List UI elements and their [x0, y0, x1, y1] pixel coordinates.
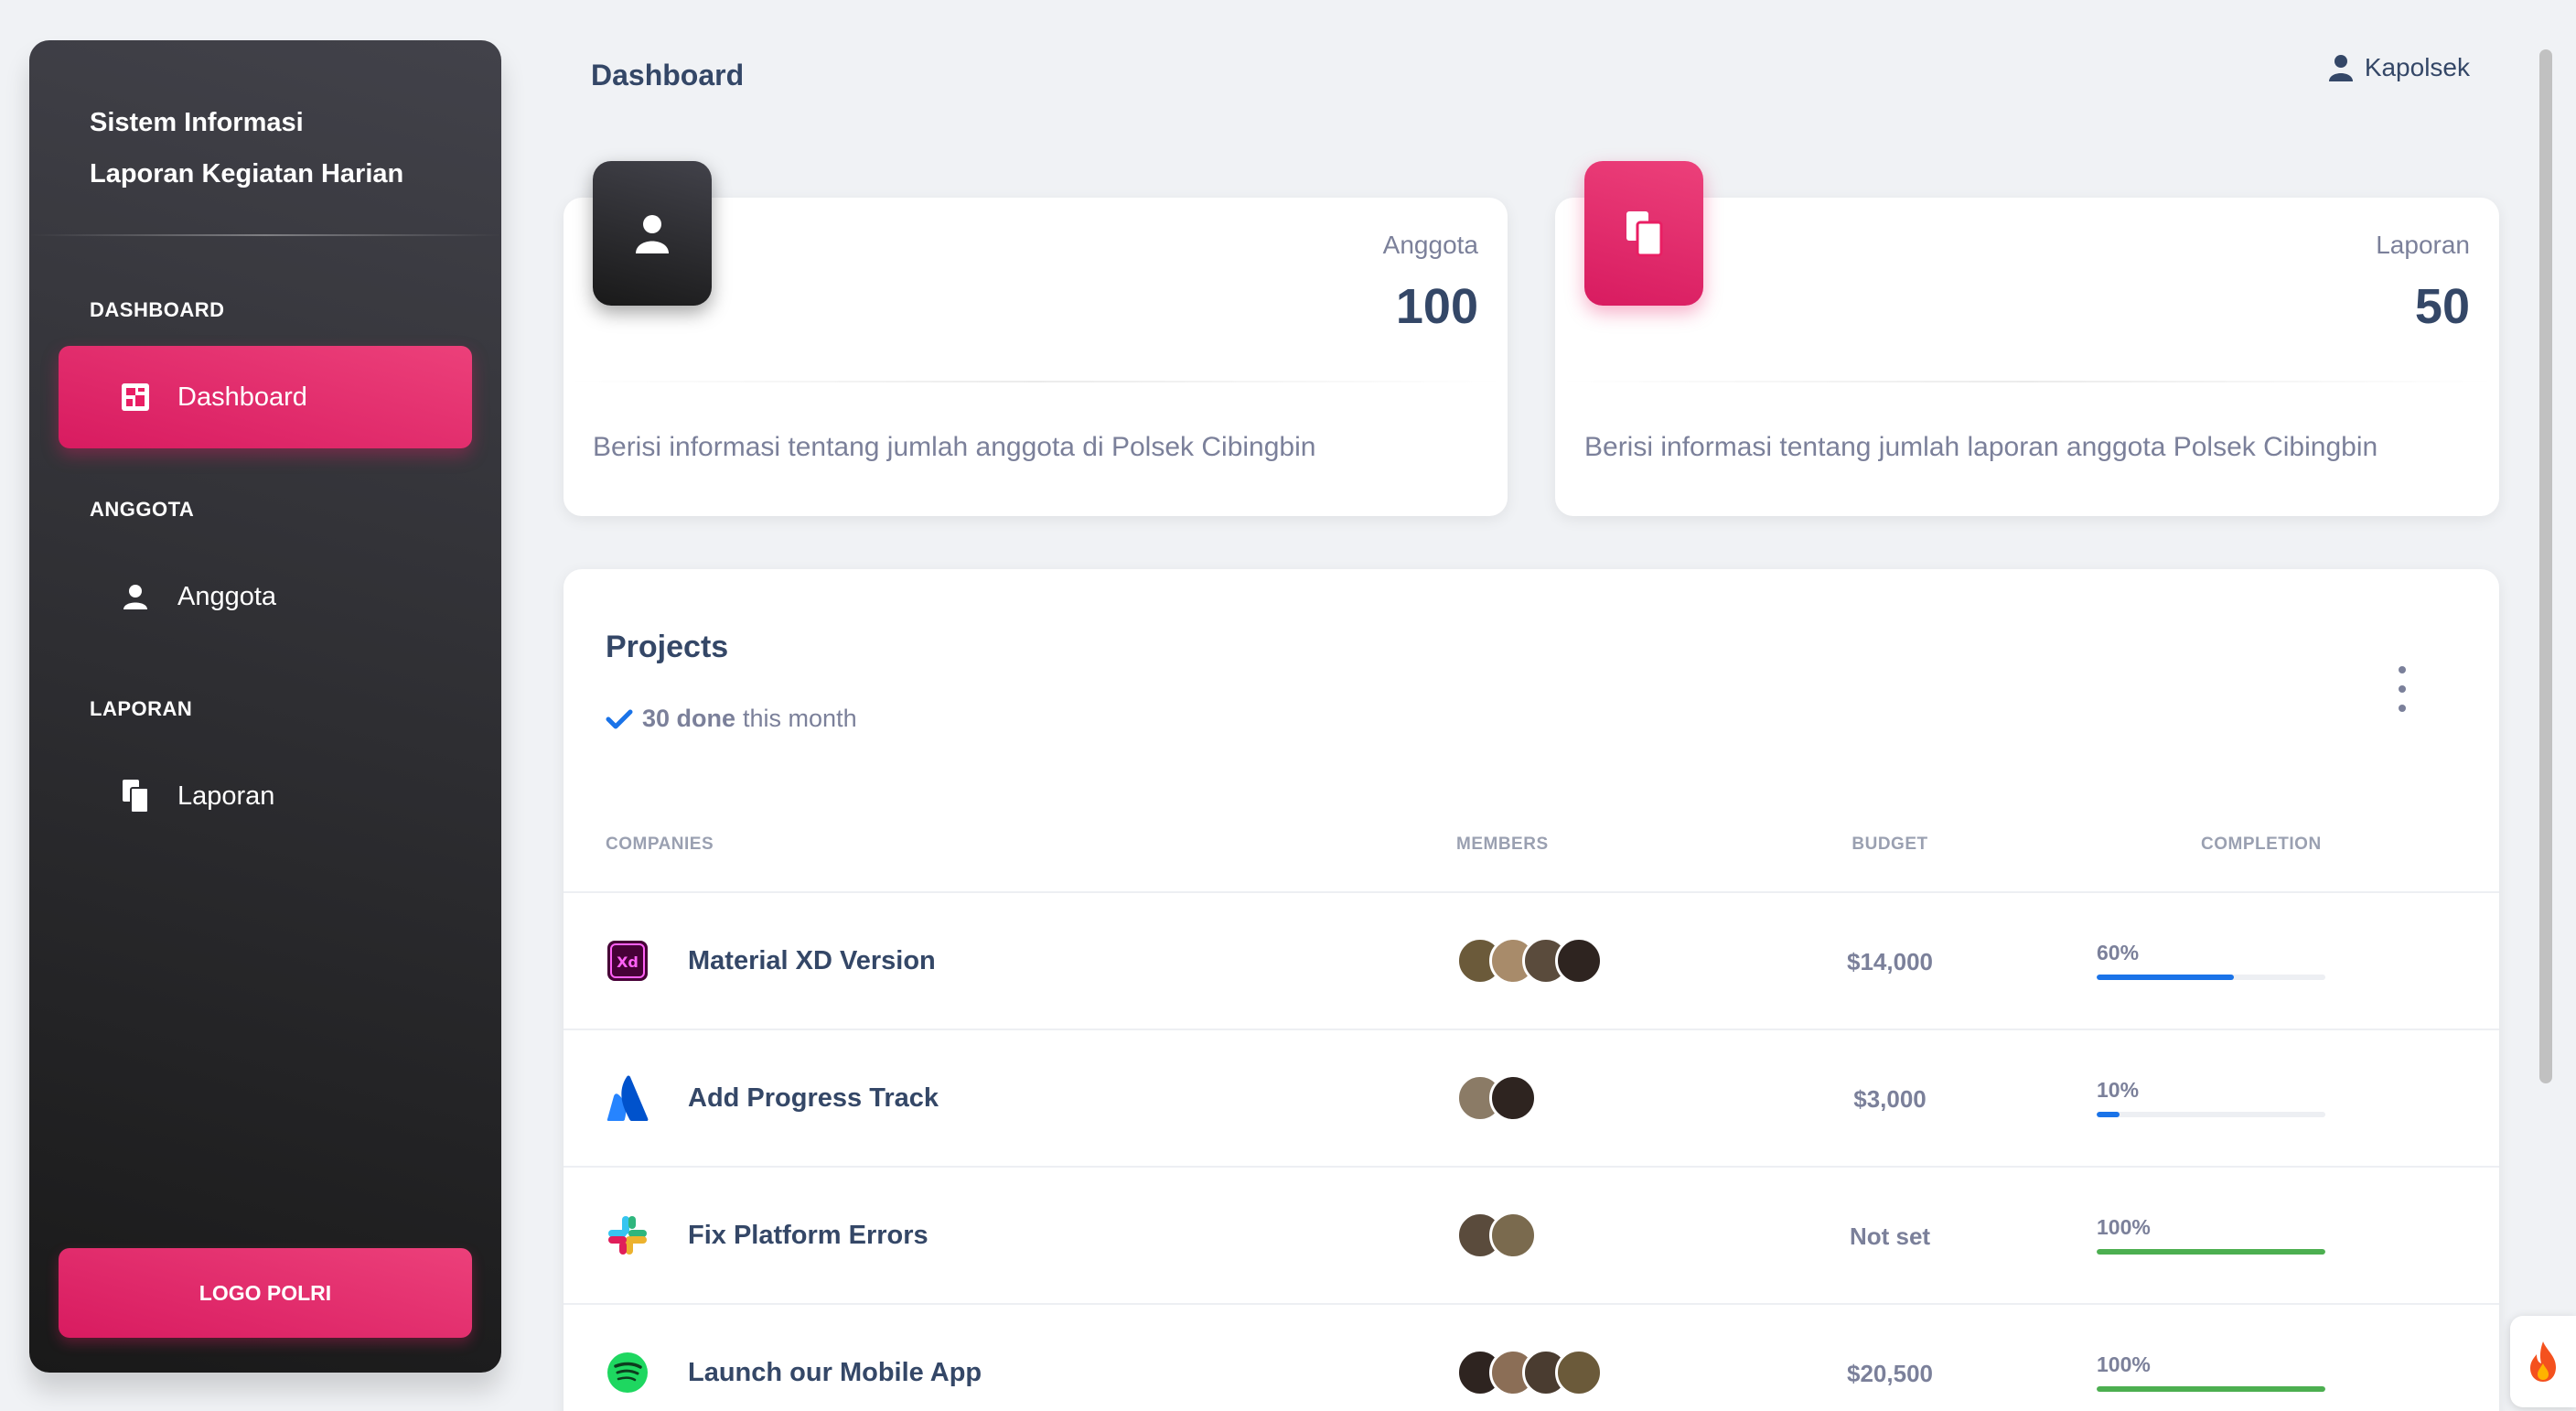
atlassian-icon — [606, 1074, 649, 1122]
section-title-anggota: ANGGOTA — [90, 498, 195, 521]
sidebar-item-label: Dashboard — [177, 382, 307, 412]
sidebar: Sistem Informasi Laporan Kegiatan Harian… — [29, 40, 501, 1373]
more-options-icon[interactable] — [2393, 666, 2411, 712]
completion-label: 100% — [2097, 1215, 2151, 1239]
progress-fill — [2097, 1249, 2325, 1255]
member-avatars — [1456, 1212, 1537, 1261]
completion: 100% — [2097, 1352, 2325, 1392]
brand-title-line1: Sistem Informasi — [90, 108, 304, 137]
documents-icon — [1626, 211, 1663, 257]
member-avatars — [1456, 937, 1603, 986]
avatar[interactable] — [1489, 1212, 1537, 1259]
member-avatars — [1456, 1349, 1603, 1398]
projects-period: this month — [743, 705, 857, 732]
table-row[interactable]: Xd Material XD Version $14,000 60% — [564, 891, 2499, 1029]
section-title-laporan: LAPORAN — [90, 697, 193, 720]
avatar[interactable] — [1489, 1074, 1537, 1122]
projects-done-count: 30 done — [642, 705, 736, 732]
stat-card-anggota: Anggota 100 Berisi informasi tentang jum… — [564, 161, 1508, 516]
progress-fill — [2097, 1386, 2325, 1392]
sidebar-item-label: Laporan — [177, 781, 275, 811]
progress-fill — [2097, 1112, 2120, 1117]
member-avatars — [1456, 1074, 1537, 1124]
project-name: Add Progress Track — [688, 1083, 939, 1113]
progress-bar — [2097, 1249, 2325, 1255]
sidebar-item-laporan[interactable]: Laporan — [59, 745, 472, 847]
fire-icon[interactable] — [2510, 1316, 2576, 1407]
page-title: Dashboard — [591, 59, 745, 92]
completion: 100% — [2097, 1215, 2325, 1255]
column-header-members: MEMBERS — [1456, 835, 1549, 854]
stat-divider — [564, 381, 1508, 382]
completion: 60% — [2097, 941, 2325, 980]
stat-value: 50 — [2414, 279, 2470, 334]
projects-title: Projects — [606, 630, 729, 664]
brand-title-line2: Laporan Kegiatan Harian — [90, 159, 404, 188]
spotify-icon — [606, 1349, 649, 1396]
column-header-completion: COMPLETION — [2201, 835, 2322, 854]
project-budget: Not set — [1849, 1223, 1931, 1250]
project-name: Material XD Version — [688, 946, 936, 975]
project-budget: $20,500 — [1847, 1360, 1933, 1387]
slack-icon — [606, 1212, 649, 1259]
brand[interactable]: Sistem Informasi Laporan Kegiatan Harian — [29, 40, 501, 234]
sidebar-item-dashboard[interactable]: Dashboard — [59, 346, 472, 448]
user-name: Kapolsek — [2364, 53, 2470, 81]
project-name: Launch our Mobile App — [688, 1358, 982, 1387]
completion-label: 10% — [2097, 1078, 2140, 1102]
person-icon — [2328, 55, 2353, 81]
stat-value: 100 — [1395, 279, 1478, 334]
avatar[interactable] — [1555, 1349, 1603, 1396]
section-title-dashboard: DASHBOARD — [90, 298, 225, 321]
user-menu[interactable]: Kapolsek — [2328, 53, 2470, 82]
progress-bar — [2097, 1386, 2325, 1392]
stat-card-laporan: Laporan 50 Berisi informasi tentang juml… — [1555, 161, 2499, 516]
project-budget: $14,000 — [1847, 948, 1933, 975]
projects-subtitle: 30 done this month — [606, 705, 857, 733]
completion: 10% — [2097, 1078, 2325, 1117]
stat-description: Berisi informasi tentang jumlah laporan … — [1584, 432, 2378, 462]
stat-divider — [1555, 381, 2499, 382]
progress-fill — [2097, 975, 2234, 980]
stat-label: Anggota — [1382, 231, 1478, 259]
stat-icon-box — [1584, 161, 1703, 306]
completion-label: 100% — [2097, 1352, 2151, 1376]
scrollbar-thumb[interactable] — [2539, 49, 2552, 1083]
page-scrollbar[interactable] — [2534, 4, 2560, 1406]
sidebar-divider — [29, 234, 501, 236]
stat-label: Laporan — [2376, 231, 2470, 259]
column-header-budget: BUDGET — [1852, 835, 1928, 854]
projects-card: Projects 30 done this month COMPANIES ME… — [564, 569, 2499, 1411]
logo-polri-button[interactable]: LOGO POLRI — [59, 1248, 472, 1338]
person-icon — [636, 215, 669, 253]
stat-description: Berisi informasi tentang jumlah anggota … — [593, 432, 1316, 462]
table-row[interactable]: Add Progress Track $3,000 10% — [564, 1029, 2499, 1166]
table-row[interactable]: Launch our Mobile App $20,500 100% — [564, 1303, 2499, 1411]
adobe-xd-icon: Xd — [606, 937, 649, 985]
column-header-companies: COMPANIES — [606, 835, 714, 854]
stat-icon-box — [593, 161, 712, 306]
svg-text:Xd: Xd — [617, 953, 639, 971]
table-row[interactable]: Fix Platform Errors Not set 100% — [564, 1166, 2499, 1303]
progress-bar — [2097, 975, 2325, 980]
project-budget: $3,000 — [1853, 1085, 1927, 1113]
project-name: Fix Platform Errors — [688, 1221, 928, 1250]
check-icon — [606, 709, 633, 728]
sidebar-item-label: Anggota — [177, 581, 277, 611]
documents-icon — [121, 780, 150, 813]
completion-label: 60% — [2097, 941, 2140, 964]
person-icon — [121, 582, 150, 611]
dashboard-icon — [121, 382, 150, 412]
sidebar-item-anggota[interactable]: Anggota — [59, 545, 472, 648]
progress-bar — [2097, 1112, 2325, 1117]
avatar[interactable] — [1555, 937, 1603, 985]
